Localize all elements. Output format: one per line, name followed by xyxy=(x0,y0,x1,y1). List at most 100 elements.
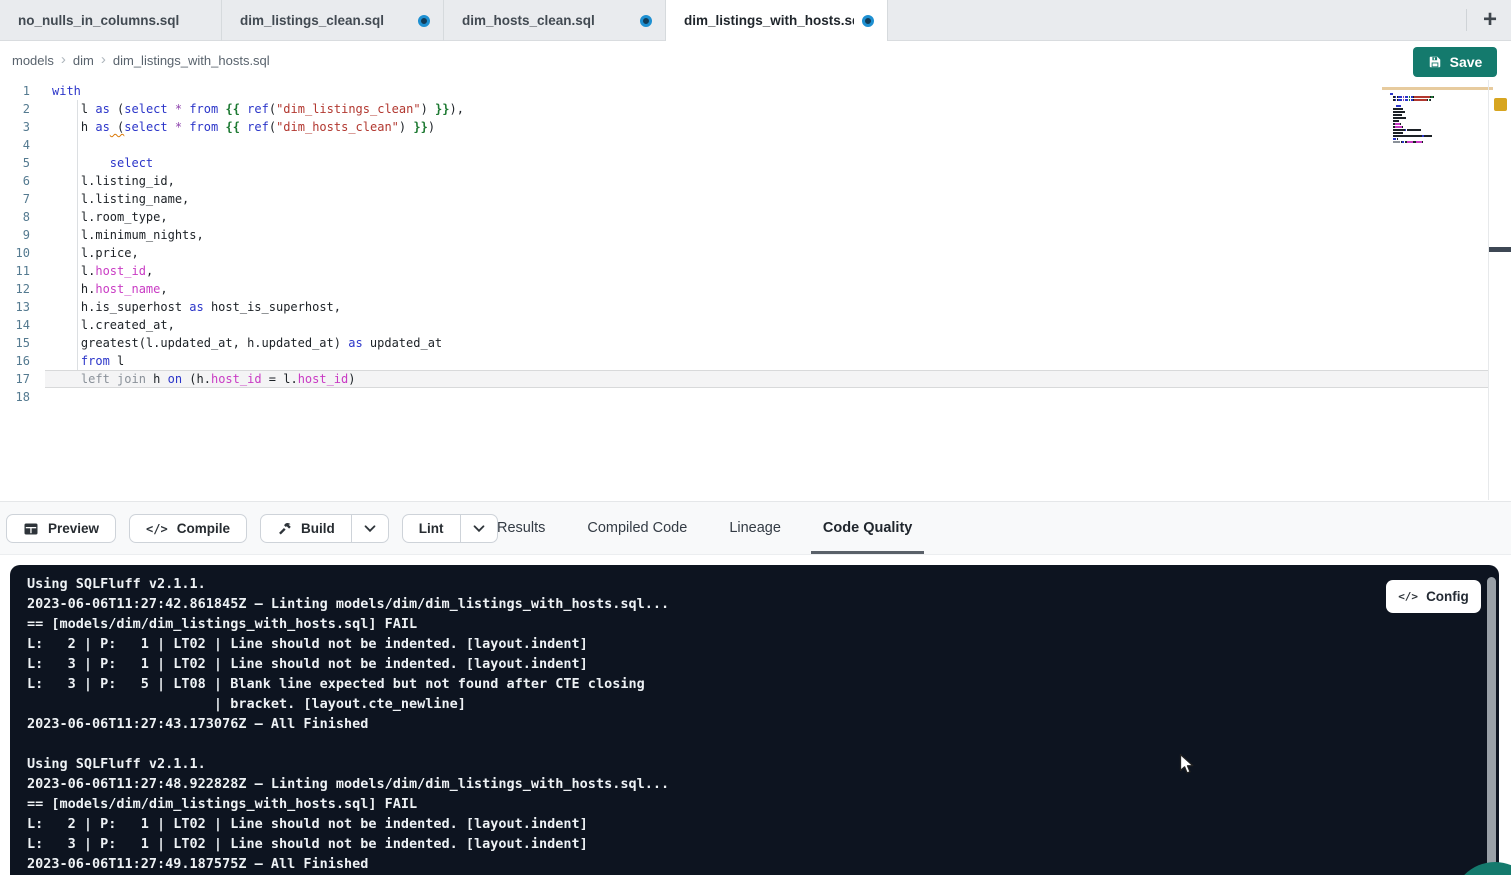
minimap-line xyxy=(1390,96,1491,98)
line-number: 18 xyxy=(0,388,45,406)
code-token: {{ xyxy=(225,120,239,134)
terminal-line: == [models/dim/dim_listings_with_hosts.s… xyxy=(27,794,1499,814)
code-token: ( xyxy=(110,120,124,134)
line-number: 1 xyxy=(0,82,45,100)
code-token: with xyxy=(52,84,81,98)
code-line[interactable]: l.created_at, xyxy=(45,316,1489,334)
code-token: ( xyxy=(110,102,124,116)
minimap-token xyxy=(1422,141,1423,143)
code-line[interactable]: l.room_type, xyxy=(45,208,1489,226)
panel-tab-results[interactable]: Results xyxy=(485,502,557,554)
line-number: 4 xyxy=(0,136,45,154)
code-icon: </> xyxy=(1398,590,1418,603)
config-button[interactable]: </> Config xyxy=(1386,580,1481,613)
code-line[interactable]: h.host_name, xyxy=(45,280,1489,298)
terminal-scrollbar-thumb[interactable] xyxy=(1487,577,1496,873)
build-menu-button[interactable] xyxy=(351,514,389,543)
code-token: ) xyxy=(428,120,435,134)
code-editor[interactable]: 123456789101112131415161718 with l as (s… xyxy=(0,80,1511,500)
save-icon xyxy=(1428,55,1442,69)
code-line[interactable]: l.listing_name, xyxy=(45,190,1489,208)
code-quality-terminal: Using SQLFluff v2.1.1.2023-06-06T11:27:4… xyxy=(10,565,1499,875)
terminal-line: Using SQLFluff v2.1.1. xyxy=(27,754,1499,774)
compile-label: Compile xyxy=(177,521,230,536)
line-number: 11 xyxy=(0,262,45,280)
minimap[interactable] xyxy=(1388,82,1491,148)
panel-tab-code-quality[interactable]: Code Quality xyxy=(811,502,924,554)
code-token: h xyxy=(52,120,95,134)
minimap-line xyxy=(1390,120,1491,122)
code-token: * xyxy=(175,102,182,116)
code-line[interactable]: l as (select * from {{ ref("dim_listings… xyxy=(45,100,1489,118)
minimap-token xyxy=(1390,93,1393,95)
compile-button[interactable]: </> Compile xyxy=(129,514,247,543)
code-line[interactable]: left join h on (h.host_id = l.host_id) xyxy=(45,370,1489,388)
terminal-line: L: 3 | P: 5 | LT08 | Blank line expected… xyxy=(27,674,1499,694)
minimap-line xyxy=(1390,102,1491,104)
code-line[interactable]: h.is_superhost as host_is_superhost, xyxy=(45,298,1489,316)
code-line[interactable]: l.price, xyxy=(45,244,1489,262)
line-number: 17 xyxy=(0,370,45,388)
unsaved-changes-dot xyxy=(418,15,430,27)
preview-button[interactable]: Preview xyxy=(6,514,116,543)
panel-tab-lineage[interactable]: Lineage xyxy=(717,502,793,554)
code-line[interactable]: greatest(l.updated_at, h.updated_at) as … xyxy=(45,334,1489,352)
minimap-line xyxy=(1390,141,1491,143)
code-token: }} xyxy=(413,120,427,134)
code-token xyxy=(168,120,175,134)
editor-tab[interactable]: dim_listings_clean.sql xyxy=(222,0,444,41)
code-token: "dim_hosts_clean" xyxy=(276,120,399,134)
minimap-line xyxy=(1390,99,1491,101)
code-token: from xyxy=(81,354,110,368)
code-token: as xyxy=(95,102,109,116)
code-token xyxy=(428,102,435,116)
code-line[interactable] xyxy=(45,388,1489,406)
lint-warning-marker xyxy=(1494,98,1507,111)
code-token: host_id xyxy=(95,264,146,278)
save-button[interactable]: Save xyxy=(1413,47,1497,77)
code-area[interactable]: with l as (select * from {{ ref("dim_lis… xyxy=(45,82,1489,406)
editor-tab[interactable]: no_nulls_in_columns.sql xyxy=(0,0,222,41)
code-line[interactable]: select xyxy=(45,154,1489,172)
code-line[interactable]: h as (select * from {{ ref("dim_hosts_cl… xyxy=(45,118,1489,136)
code-line[interactable]: with xyxy=(45,82,1489,100)
build-button[interactable]: Build xyxy=(260,514,352,543)
terminal-line: L: 3 | P: 1 | LT02 | Line should not be … xyxy=(27,654,1499,674)
code-token: ) xyxy=(348,372,355,386)
minimap-token xyxy=(1424,135,1432,137)
breadcrumb-item[interactable]: dim xyxy=(73,53,94,68)
code-token: {{ xyxy=(225,102,239,116)
breadcrumb-separator: › xyxy=(101,51,106,68)
code-token: on xyxy=(168,372,182,386)
tab-label: dim_hosts_clean.sql xyxy=(462,13,595,28)
tab-label: dim_listings_with_hosts.sql xyxy=(684,13,854,28)
code-token xyxy=(52,372,81,386)
code-line[interactable] xyxy=(45,136,1489,154)
breadcrumb-item[interactable]: dim_listings_with_hosts.sql xyxy=(113,53,270,68)
code-line[interactable]: l.host_id, xyxy=(45,262,1489,280)
code-token: host_is_superhost, xyxy=(204,300,341,314)
code-line[interactable]: from l xyxy=(45,352,1489,370)
line-number: 8 xyxy=(0,208,45,226)
lint-label: Lint xyxy=(419,521,444,536)
code-line[interactable]: l.minimum_nights, xyxy=(45,226,1489,244)
lint-button[interactable]: Lint xyxy=(402,514,461,543)
code-token xyxy=(52,156,110,170)
panel-tab-compiled-code[interactable]: Compiled Code xyxy=(575,502,699,554)
code-token: h xyxy=(146,372,168,386)
code-token: as xyxy=(189,300,203,314)
minimap-line xyxy=(1390,117,1491,119)
new-tab-button[interactable]: + xyxy=(1474,4,1506,36)
minimap-token xyxy=(1393,135,1422,137)
code-token: as xyxy=(348,336,362,350)
code-line[interactable]: l.listing_id, xyxy=(45,172,1489,190)
breadcrumb-item[interactable]: models xyxy=(12,53,54,68)
breadcrumb: models›dim›dim_listings_with_hosts.sql xyxy=(12,41,270,80)
plus-icon: + xyxy=(1483,8,1497,32)
editor-tab[interactable]: dim_listings_with_hosts.sql xyxy=(666,0,888,41)
code-token: l. xyxy=(52,264,95,278)
build-label: Build xyxy=(301,521,335,536)
minimap-token xyxy=(1393,120,1399,122)
editor-scrollbar-thumb[interactable] xyxy=(1489,247,1511,252)
editor-tab[interactable]: dim_hosts_clean.sql xyxy=(444,0,666,41)
